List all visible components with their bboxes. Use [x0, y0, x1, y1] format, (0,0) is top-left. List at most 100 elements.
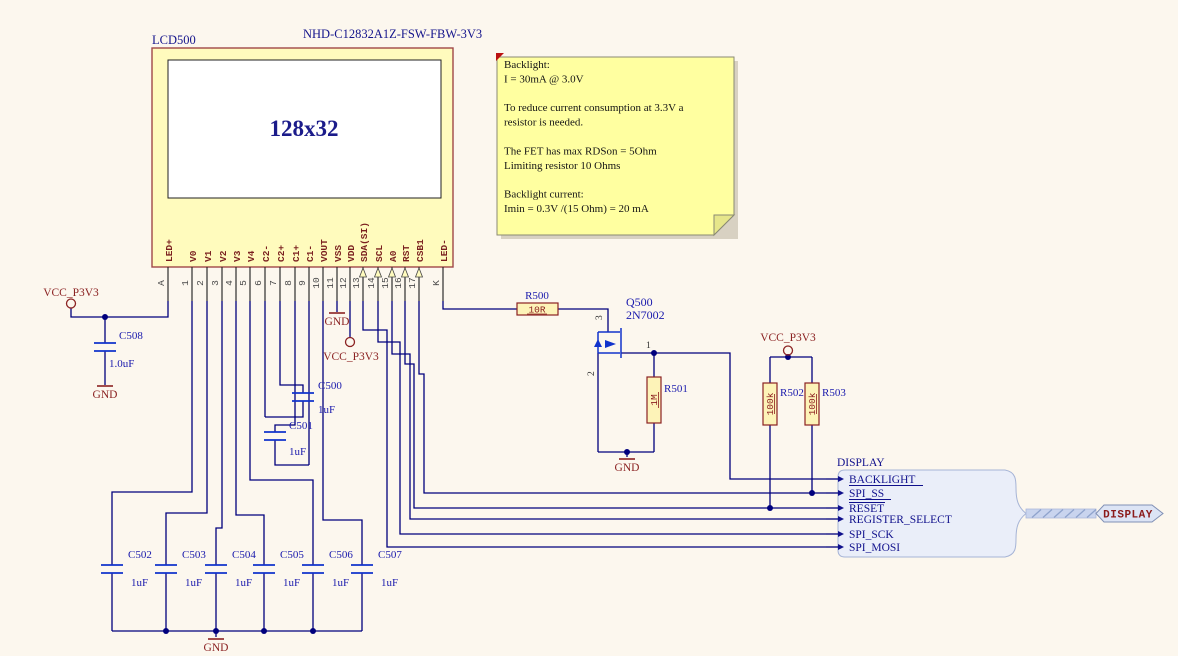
svg-text:17: 17 [407, 277, 418, 288]
svg-text:1uF: 1uF [381, 577, 398, 589]
svg-text:R501: R501 [664, 383, 688, 395]
note-line: resistor is needed. [504, 117, 583, 129]
junction-dot [310, 628, 316, 634]
svg-text:6: 6 [253, 280, 264, 286]
svg-text:C1+: C1+ [291, 245, 302, 262]
svg-text:GND: GND [325, 316, 350, 328]
svg-text:8: 8 [283, 280, 294, 286]
svg-text:5: 5 [238, 280, 249, 286]
q500-pin3: 3 [595, 315, 605, 320]
svg-text:BACKLIGHT: BACKLIGHT [849, 474, 915, 486]
svg-text:C508: C508 [119, 330, 143, 342]
svg-text:K: K [431, 280, 442, 286]
svg-text:VCC_P3V3: VCC_P3V3 [323, 351, 379, 363]
svg-text:A0: A0 [388, 250, 399, 262]
junction-dot [261, 628, 267, 634]
svg-text:LED-: LED- [439, 239, 450, 262]
svg-text:15: 15 [380, 277, 391, 289]
note-line: Backlight: [504, 59, 550, 71]
note-line: Limiting resistor 10 Ohms [504, 160, 620, 172]
harness-title: DISPLAY [837, 457, 885, 469]
svg-text:C502: C502 [128, 549, 152, 561]
svg-text:V3: V3 [232, 250, 243, 262]
gnd-symbol-c508[interactable]: GND [93, 386, 118, 401]
svg-text:VOUT: VOUT [319, 239, 330, 262]
svg-text:7: 7 [268, 280, 279, 286]
junction-dot [102, 314, 108, 320]
svg-text:2: 2 [195, 280, 206, 286]
svg-text:V2: V2 [218, 250, 229, 262]
junction-dot [163, 628, 169, 634]
display-port[interactable]: DISPLAY [1096, 505, 1163, 522]
junction-dot [767, 505, 773, 511]
svg-text:R503: R503 [822, 387, 846, 399]
junction-dot [651, 350, 657, 356]
svg-text:1uF: 1uF [235, 577, 252, 589]
svg-text:C505: C505 [280, 549, 304, 561]
svg-text:V0: V0 [188, 250, 199, 262]
note-line: The FET has max RDSon = 5Ohm [504, 145, 657, 157]
svg-text:C501: C501 [289, 420, 313, 432]
svg-text:GND: GND [93, 389, 118, 401]
harness-cable[interactable] [1026, 509, 1096, 518]
svg-text:1: 1 [180, 280, 191, 286]
note-line: Backlight current: [504, 189, 584, 201]
lcd-component[interactable]: LCD500 NHD-C12832A1Z-FSW-FBW-3V3 128x32 … [152, 27, 482, 301]
port-label: DISPLAY [1103, 510, 1153, 522]
svg-text:10: 10 [311, 277, 322, 289]
svg-text:V4: V4 [246, 250, 257, 262]
svg-text:1uF: 1uF [185, 577, 202, 589]
note-line: To reduce current consumption at 3.3V a [504, 102, 684, 114]
svg-text:SDA(SI): SDA(SI) [359, 222, 370, 262]
lcd-part-number[interactable]: NHD-C12832A1Z-FSW-FBW-3V3 [303, 27, 482, 41]
svg-text:VCC_P3V3: VCC_P3V3 [760, 332, 816, 344]
svg-text:C504: C504 [232, 549, 256, 561]
bottom-margin [0, 656, 1178, 667]
svg-text:1uF: 1uF [131, 577, 148, 589]
svg-text:C2+: C2+ [276, 245, 287, 262]
svg-text:13: 13 [351, 277, 362, 289]
svg-text:C1-: C1- [305, 245, 316, 262]
svg-text:11: 11 [325, 277, 336, 289]
svg-text:C503: C503 [182, 549, 206, 561]
svg-text:4: 4 [224, 280, 235, 286]
schematic-canvas: LCD500 NHD-C12832A1Z-FSW-FBW-3V3 128x32 … [0, 0, 1178, 667]
svg-text:1uF: 1uF [332, 577, 349, 589]
svg-text:SPI_SCK: SPI_SCK [849, 529, 894, 541]
svg-text:LED+: LED+ [164, 239, 175, 262]
svg-text:1uF: 1uF [283, 577, 300, 589]
svg-text:V1: V1 [203, 250, 214, 262]
gnd-symbol-vss[interactable]: GND [325, 313, 350, 328]
svg-text:R500: R500 [525, 290, 549, 302]
svg-text:C2-: C2- [261, 245, 272, 262]
svg-text:SCL: SCL [374, 245, 385, 262]
svg-text:RST: RST [401, 245, 412, 262]
svg-text:3: 3 [210, 280, 221, 286]
svg-text:C506: C506 [329, 549, 353, 561]
q500-designator: Q500 [626, 295, 653, 309]
svg-text:CSB1: CSB1 [415, 239, 426, 262]
svg-text:SPI_SS: SPI_SS [849, 488, 884, 500]
svg-text:14: 14 [366, 277, 377, 289]
junction-dot [809, 490, 815, 496]
svg-text:R502: R502 [780, 387, 804, 399]
svg-text:9: 9 [297, 280, 308, 286]
svg-text:1uF: 1uF [318, 404, 335, 416]
svg-text:A: A [156, 280, 167, 286]
svg-text:GND: GND [204, 642, 229, 654]
svg-text:C500: C500 [318, 380, 342, 392]
lcd-screen-label: 128x32 [270, 116, 339, 141]
lcd-designator[interactable]: LCD500 [152, 33, 196, 47]
svg-text:REGISTER_SELECT: REGISTER_SELECT [849, 514, 952, 526]
svg-text:1uF: 1uF [289, 446, 306, 458]
schematic-note[interactable]: Backlight: I = 30mA @ 3.0V To reduce cur… [496, 53, 738, 239]
svg-text:VSS: VSS [333, 245, 344, 262]
q500-part: 2N7002 [626, 308, 665, 322]
svg-text:16: 16 [393, 277, 404, 289]
svg-text:VDD: VDD [346, 245, 357, 262]
svg-text:C507: C507 [378, 549, 402, 561]
svg-text:VCC_P3V3: VCC_P3V3 [43, 287, 99, 299]
svg-text:SPI_MOSI: SPI_MOSI [849, 542, 900, 554]
svg-text:12: 12 [338, 277, 349, 289]
note-line: I = 30mA @ 3.0V [504, 73, 584, 85]
